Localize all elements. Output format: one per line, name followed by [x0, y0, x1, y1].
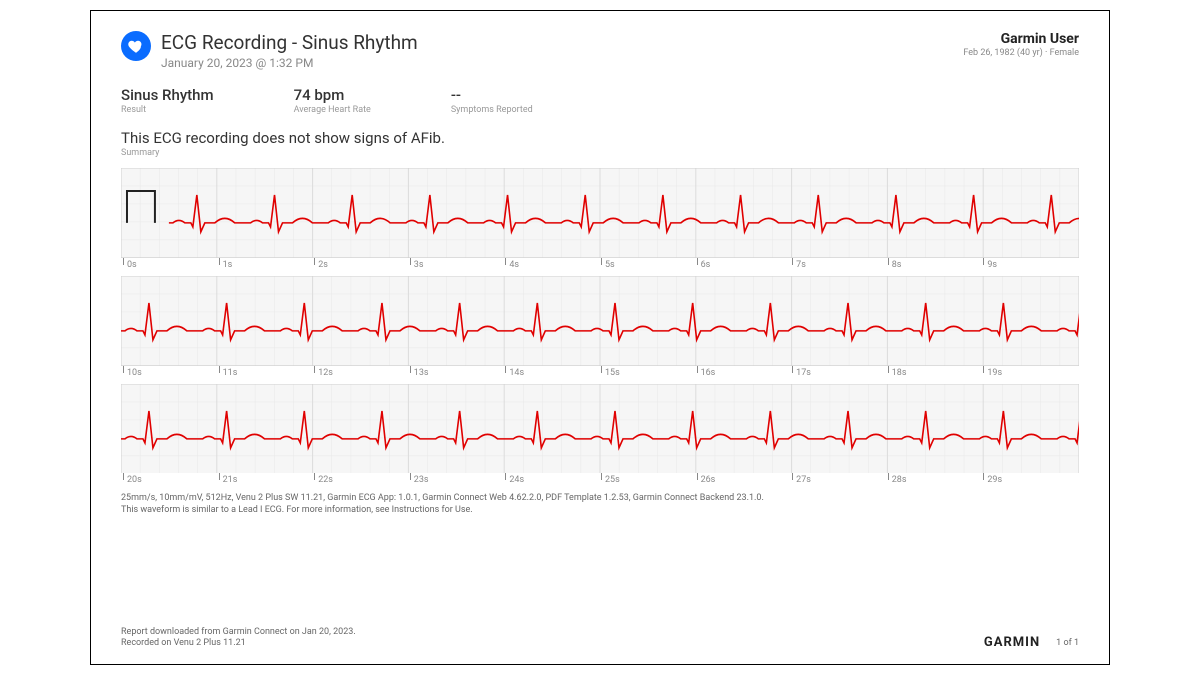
time-tick: 9s: [983, 260, 1079, 270]
footer-right: GARMIN 1 of 1: [984, 635, 1079, 650]
metric-result: Sinus Rhythm Result: [121, 86, 214, 115]
metrics-row: Sinus Rhythm Result 74 bpm Average Heart…: [121, 86, 1079, 115]
footer-download-note: Report downloaded from Garmin Connect on…: [121, 627, 356, 639]
time-tick: 22s: [314, 475, 410, 485]
summary-text: This ECG recording does not show signs o…: [121, 129, 1079, 147]
time-tick: 7s: [792, 260, 888, 270]
time-tick: 17s: [792, 368, 888, 378]
time-tick: 18s: [888, 368, 984, 378]
time-tick: 27s: [792, 475, 888, 485]
time-tick: 23s: [410, 475, 506, 485]
time-tick: 11s: [219, 368, 315, 378]
summary-label: Summary: [121, 148, 1079, 158]
ecg-strip-1: 0s1s2s3s4s5s6s7s8s9s: [121, 168, 1079, 270]
tech-notes-line-2: This waveform is similar to a Lead I ECG…: [121, 505, 1079, 517]
time-tick: 3s: [410, 260, 506, 270]
header-right: Garmin User Feb 26, 1982 (40 yr) · Femal…: [963, 31, 1079, 58]
time-ticks-row-2: 10s11s12s13s14s15s16s17s18s19s: [121, 368, 1079, 378]
footer-device-note: Recorded on Venu 2 Plus 11.21: [121, 638, 356, 650]
heart-rate-label: Average Heart Rate: [294, 105, 371, 115]
time-tick: 16s: [697, 368, 793, 378]
time-tick: 14s: [505, 368, 601, 378]
ecg-report-page: ECG Recording - Sinus Rhythm January 20,…: [90, 10, 1110, 665]
time-tick: 28s: [888, 475, 984, 485]
time-tick: 26s: [697, 475, 793, 485]
time-tick: 29s: [983, 475, 1079, 485]
time-tick: 15s: [601, 368, 697, 378]
ecg-strips: 0s1s2s3s4s5s6s7s8s9s 10s11s12s13s14s15s1…: [121, 168, 1079, 485]
time-tick: 19s: [983, 368, 1079, 378]
title-block: ECG Recording - Sinus Rhythm January 20,…: [161, 31, 418, 70]
tech-notes-line-1: 25mm/s, 10mm/mV, 512Hz, Venu 2 Plus SW 1…: [121, 493, 1079, 505]
report-footer: Report downloaded from Garmin Connect on…: [121, 617, 1079, 650]
time-tick: 21s: [219, 475, 315, 485]
time-tick: 25s: [601, 475, 697, 485]
page-title: ECG Recording - Sinus Rhythm: [161, 31, 418, 54]
page-number: 1 of 1: [1056, 638, 1079, 648]
summary-block: This ECG recording does not show signs o…: [121, 129, 1079, 158]
time-tick: 10s: [123, 368, 219, 378]
symptoms-label: Symptoms Reported: [451, 105, 533, 115]
time-tick: 24s: [505, 475, 601, 485]
time-tick: 12s: [314, 368, 410, 378]
recording-datetime: January 20, 2023 @ 1:32 PM: [161, 56, 418, 70]
user-name: Garmin User: [963, 31, 1079, 47]
time-tick: 4s: [505, 260, 601, 270]
technical-notes: 25mm/s, 10mm/mV, 512Hz, Venu 2 Plus SW 1…: [121, 493, 1079, 516]
result-value: Sinus Rhythm: [121, 86, 214, 104]
heart-rate-value: 74 bpm: [294, 86, 371, 104]
ecg-strip-2: 10s11s12s13s14s15s16s17s18s19s: [121, 276, 1079, 378]
user-info: Feb 26, 1982 (40 yr) · Female: [963, 48, 1079, 58]
time-tick: 13s: [410, 368, 506, 378]
footer-left: Report downloaded from Garmin Connect on…: [121, 627, 356, 650]
time-tick: 1s: [219, 260, 315, 270]
time-tick: 20s: [123, 475, 219, 485]
time-tick: 2s: [314, 260, 410, 270]
header-left: ECG Recording - Sinus Rhythm January 20,…: [121, 31, 418, 70]
heart-icon: [121, 31, 151, 61]
time-tick: 6s: [697, 260, 793, 270]
brand-logo: GARMIN: [984, 635, 1040, 650]
time-tick: 0s: [123, 260, 219, 270]
time-tick: 8s: [888, 260, 984, 270]
metric-heart-rate: 74 bpm Average Heart Rate: [294, 86, 371, 115]
time-tick: 5s: [601, 260, 697, 270]
result-label: Result: [121, 105, 214, 115]
metric-symptoms: -- Symptoms Reported: [451, 86, 533, 115]
time-ticks-row-3: 20s21s22s23s24s25s26s27s28s29s: [121, 475, 1079, 485]
ecg-strip-3: 20s21s22s23s24s25s26s27s28s29s: [121, 384, 1079, 486]
symptoms-value: --: [451, 86, 533, 104]
report-header: ECG Recording - Sinus Rhythm January 20,…: [121, 31, 1079, 70]
time-ticks-row-1: 0s1s2s3s4s5s6s7s8s9s: [121, 260, 1079, 270]
